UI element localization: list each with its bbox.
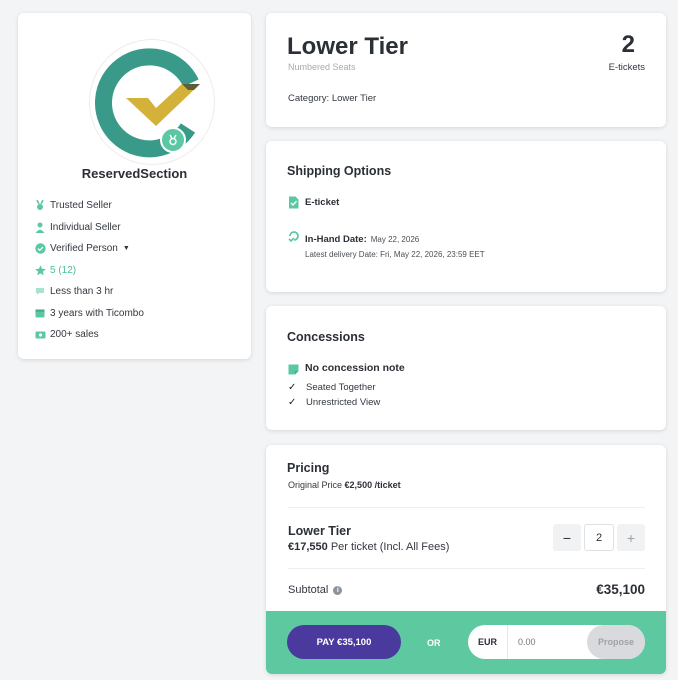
pricing-card: Pricing Original Price €2,500 /ticket Lo… — [266, 445, 666, 674]
pricing-heading: Pricing — [287, 461, 330, 475]
tier-name: Lower Tier — [288, 524, 351, 538]
shipping-heading: Shipping Options — [287, 164, 392, 178]
subtotal-value: €35,100 — [596, 582, 645, 597]
seller-attr-verified[interactable]: Verified Person ▼ — [35, 238, 245, 260]
seller-attributes: Trusted Seller Individual Seller Verifie… — [35, 195, 245, 346]
note-icon — [288, 362, 305, 380]
tier-price: €17,550 — [288, 541, 328, 553]
delivery-truck-icon — [288, 229, 305, 247]
seller-logo — [90, 40, 214, 164]
seller-attr-label: Trusted Seller — [50, 200, 112, 212]
seller-attr-response: Less than 3 hr — [35, 281, 245, 303]
checkmark-icon: ✓ — [288, 382, 297, 393]
listing-category: Category: Lower Tier — [288, 93, 377, 104]
quantity-value[interactable]: 2 — [584, 524, 614, 551]
concessions-card: Concessions No concession note ✓ Seated … — [266, 306, 666, 430]
seller-name[interactable]: ReservedSection — [18, 166, 251, 181]
seller-attr-rating[interactable]: 5 (12) — [35, 260, 245, 282]
shipping-card: Shipping Options E-ticket In-Hand Date: M… — [266, 141, 666, 292]
list-item: ✓ Unrestricted View — [288, 395, 380, 410]
original-price-label: Original Price — [288, 480, 343, 490]
checkmark-icon: ✓ — [288, 397, 297, 408]
seller-attr-label: 3 years with Ticombo — [50, 307, 144, 319]
shipping-method: E-ticket — [305, 197, 340, 208]
chat-bubble-icon — [35, 287, 50, 296]
listing-subtitle: Numbered Seats — [288, 62, 356, 72]
currency-label: EUR — [468, 625, 508, 659]
tier-price-suffix: Per ticket (Incl. All Fees) — [330, 541, 450, 553]
increase-quantity-button[interactable]: + — [617, 524, 645, 551]
offer-form: EUR Propose — [468, 625, 645, 659]
eticket-icon — [288, 196, 305, 214]
chevron-down-icon[interactable]: ▼ — [123, 245, 130, 252]
concessions-heading: Concessions — [287, 330, 365, 344]
seller-attr-label: Verified Person — [50, 243, 118, 255]
seller-card: ReservedSection Trusted Seller Individua… — [18, 13, 251, 359]
list-item: ✓ Seated Together — [288, 380, 380, 395]
seller-attr-label: Less than 3 hr — [50, 286, 114, 298]
propose-button[interactable]: Propose — [587, 625, 645, 659]
seller-attr-label: 200+ sales — [50, 329, 99, 341]
concession-note: No concession note — [305, 362, 405, 374]
cash-icon — [35, 331, 50, 339]
original-price-value: €2,500 /ticket — [344, 480, 401, 490]
in-hand-date: May 22, 2026 — [370, 235, 420, 244]
ticket-quantity-label: E-tickets — [608, 62, 645, 73]
subtotal-label-row: Subtotal i — [288, 584, 343, 596]
listing-card: Lower Tier Numbered Seats Category: Lowe… — [266, 13, 666, 127]
seller-attr-label: Individual Seller — [50, 221, 121, 233]
in-hand-label: In-Hand Date: — [305, 234, 367, 245]
star-icon — [35, 265, 50, 276]
listing-title: Lower Tier — [287, 33, 408, 60]
seller-attr-tenure: 3 years with Ticombo — [35, 303, 245, 325]
seller-attr-trusted: Trusted Seller — [35, 195, 245, 217]
checkout-bar: PAY €35,100 OR EUR Propose — [266, 611, 666, 674]
latest-delivery-date: Latest delivery Date: Fri, May 22, 2026,… — [305, 250, 485, 259]
seller-rating[interactable]: 5 (12) — [50, 265, 76, 276]
person-icon — [35, 222, 50, 233]
offer-amount-input[interactable] — [518, 637, 596, 647]
seller-attr-sales: 200+ sales — [35, 324, 245, 346]
or-separator: OR — [427, 638, 441, 648]
divider — [288, 568, 645, 569]
medal-icon — [35, 200, 50, 211]
concession-item-label: Unrestricted View — [306, 397, 381, 408]
info-icon[interactable]: i — [333, 585, 343, 595]
concession-note-row: No concession note — [288, 362, 405, 380]
verified-badge-icon — [35, 243, 50, 254]
tier-price-row: €17,550 Per ticket (Incl. All Fees) — [288, 541, 449, 553]
ticket-quantity: 2 — [621, 31, 635, 58]
trusted-badge-icon — [160, 127, 186, 153]
quantity-stepper: − 2 + — [553, 524, 645, 551]
original-price-row: Original Price €2,500 /ticket — [288, 480, 401, 490]
decrease-quantity-button[interactable]: − — [553, 524, 581, 551]
in-hand-row: In-Hand Date: May 22, 2026 Latest deliver… — [288, 229, 485, 259]
concession-list: ✓ Seated Together ✓ Unrestricted View — [288, 380, 380, 410]
pay-button[interactable]: PAY €35,100 — [287, 625, 401, 659]
concession-item-label: Seated Together — [306, 382, 376, 393]
seller-attr-individual: Individual Seller — [35, 217, 245, 239]
subtotal-label: Subtotal — [288, 584, 329, 596]
divider — [288, 507, 645, 508]
in-hand-details: In-Hand Date: May 22, 2026 Latest deliver… — [305, 229, 485, 259]
calendar-icon — [35, 308, 50, 318]
shipping-method-row: E-ticket — [288, 196, 339, 214]
